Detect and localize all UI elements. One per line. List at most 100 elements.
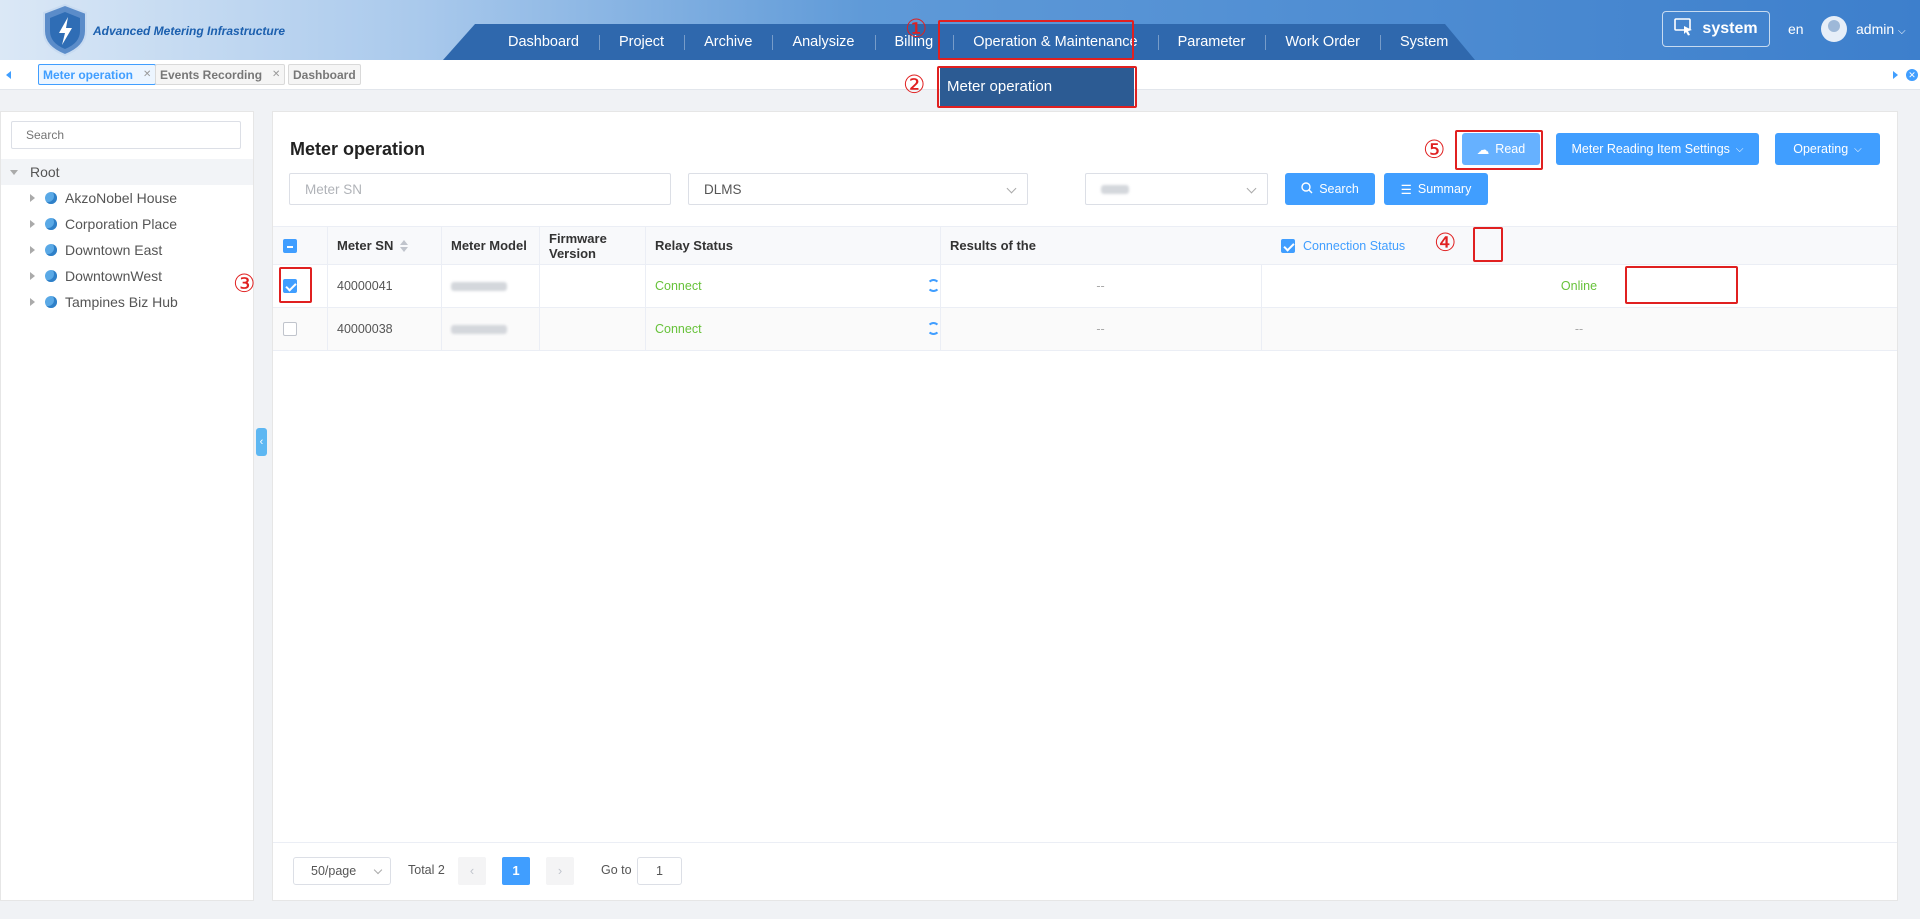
table-row[interactable]: 40000041 Connect -- Online	[273, 265, 1897, 308]
list-icon: ☰	[1400, 182, 1412, 197]
globe-icon	[45, 218, 57, 230]
language-switch[interactable]: en	[1788, 21, 1804, 37]
main-nav: Dashboard Project Archive Analysize Bill…	[488, 24, 1468, 60]
redacted-value	[451, 281, 507, 291]
tree-node-label: Downtown East	[65, 242, 163, 258]
redacted-value	[451, 324, 507, 334]
row-checkbox[interactable]	[283, 322, 297, 336]
connection-status-checkbox[interactable]	[1281, 238, 1295, 253]
caret-right-icon[interactable]	[30, 272, 35, 280]
app-logo	[40, 3, 90, 57]
column-divider	[940, 308, 941, 350]
tree-node-label: Tampines Biz Hub	[65, 294, 178, 310]
prev-page-button[interactable]: ‹	[458, 857, 486, 885]
page-size-value: 50/page	[311, 864, 357, 878]
tree-node-label: DowntownWest	[65, 268, 163, 284]
nav-dashboard[interactable]: Dashboard	[488, 24, 599, 60]
column-label: Connection Status	[1303, 238, 1406, 253]
header-firmware-version: Firmware Version	[549, 230, 607, 261]
tree-search-input[interactable]	[11, 121, 241, 149]
refresh-icon[interactable]	[927, 279, 940, 292]
tree-node[interactable]: AkzoNobel House	[1, 185, 253, 211]
operating-button[interactable]: Operating ⌵	[1775, 133, 1880, 165]
chevron-down-icon	[1006, 183, 1017, 194]
protocol-select[interactable]: DLMS	[688, 173, 1028, 205]
cloud-icon: ☁	[1476, 142, 1490, 157]
search-label: Search	[1319, 182, 1359, 196]
caret-right-icon[interactable]	[30, 220, 35, 228]
column-divider	[645, 308, 646, 350]
cell-firmware	[539, 265, 645, 307]
collapse-sidebar-button[interactable]: ‹	[256, 428, 267, 456]
nav-analysize[interactable]: Analysize	[772, 24, 874, 60]
refresh-icon[interactable]	[927, 322, 940, 335]
sort-icon[interactable]	[400, 239, 409, 252]
search-button[interactable]: Search	[1285, 173, 1375, 205]
sidebar: Root AkzoNobel House Corporation Place D…	[0, 111, 254, 901]
caret-right-icon[interactable]	[30, 246, 35, 254]
meter-sn-input[interactable]: Meter SN	[289, 173, 671, 205]
summary-button[interactable]: ☰ Summary	[1384, 173, 1488, 205]
nav-operation-maintenance[interactable]: Operation & Maintenance	[953, 24, 1157, 60]
tree-node-root[interactable]: Root	[1, 159, 253, 185]
column-divider	[327, 308, 328, 350]
column-divider	[940, 265, 941, 307]
tree-node[interactable]: Corporation Place	[1, 211, 253, 237]
column-divider	[327, 265, 328, 307]
read-button[interactable]: ☁ Read	[1462, 133, 1540, 165]
caret-right-icon[interactable]	[30, 298, 35, 306]
system-button[interactable]: system	[1662, 11, 1770, 47]
page-title: Meter operation	[290, 139, 426, 159]
nav-parameter[interactable]: Parameter	[1157, 24, 1266, 60]
main-panel: Meter operation ☁ Read Meter Reading Item…	[272, 111, 1898, 901]
submenu-meter-operation[interactable]: Meter operation	[940, 68, 1134, 106]
tree-node[interactable]: DowntownWest	[1, 263, 253, 289]
scroll-right-icon[interactable]	[1893, 71, 1898, 79]
avatar[interactable]	[1821, 16, 1847, 42]
nav-project[interactable]: Project	[598, 24, 684, 60]
column-divider	[645, 265, 646, 307]
user-menu[interactable]: admin ⌵	[1856, 21, 1906, 37]
tree-node[interactable]: Downtown East	[1, 237, 253, 263]
nav-system[interactable]: System	[1380, 24, 1468, 60]
column-divider	[441, 308, 442, 350]
tree-node[interactable]: Tampines Biz Hub	[1, 289, 253, 315]
goto-page-input[interactable]: 1	[637, 857, 682, 885]
nav-work-order[interactable]: Work Order	[1265, 24, 1380, 60]
goto-label: Go to	[601, 863, 632, 877]
meter-table: Meter SN Meter Model Firmware Version Re…	[273, 226, 1897, 351]
chevron-down-icon	[373, 865, 383, 875]
model-select[interactable]	[1085, 173, 1268, 205]
table-header: Meter SN Meter Model Firmware Version Re…	[273, 226, 1897, 265]
scroll-left-icon[interactable]	[6, 71, 11, 79]
tab-dashboard[interactable]: Dashboard	[288, 64, 361, 85]
relay-value: Connect	[655, 279, 702, 293]
page-size-select[interactable]: 50/page	[293, 857, 391, 885]
globe-icon	[45, 296, 57, 308]
row-select-cell	[273, 308, 327, 350]
select-all-cell	[273, 227, 327, 264]
nav-archive[interactable]: Archive	[684, 24, 772, 60]
meter-reading-settings-button[interactable]: Meter Reading Item Settings ⌵	[1556, 133, 1759, 165]
annotation-number: ①	[905, 14, 928, 43]
total-count: Total 2	[408, 863, 445, 877]
close-icon[interactable]: ✕	[272, 69, 280, 80]
tab-events-recording[interactable]: Events Recording ✕	[155, 64, 286, 85]
select-all-checkbox[interactable]	[283, 238, 297, 253]
caret-down-icon[interactable]	[10, 170, 18, 175]
close-all-icon[interactable]: ✕	[1906, 69, 1918, 81]
page-button[interactable]: 1	[502, 857, 530, 885]
close-icon[interactable]: ✕	[143, 69, 151, 80]
cell-meter-sn: 40000041	[337, 279, 393, 293]
next-page-button[interactable]: ›	[546, 857, 574, 885]
settings-label: Meter Reading Item Settings	[1571, 142, 1730, 156]
table-row[interactable]: 40000038 Connect -- --	[273, 308, 1897, 351]
caret-right-icon[interactable]	[30, 194, 35, 202]
chevron-down-icon: ⌵	[1735, 143, 1744, 155]
column-divider	[645, 227, 646, 264]
tab-meter-operation[interactable]: Meter operation ✕	[38, 64, 157, 85]
header-connection-status[interactable]: Connection Status	[1261, 227, 1897, 264]
header-meter-sn[interactable]: Meter SN	[327, 227, 441, 264]
column-divider	[539, 308, 540, 350]
row-checkbox[interactable]	[283, 279, 297, 293]
